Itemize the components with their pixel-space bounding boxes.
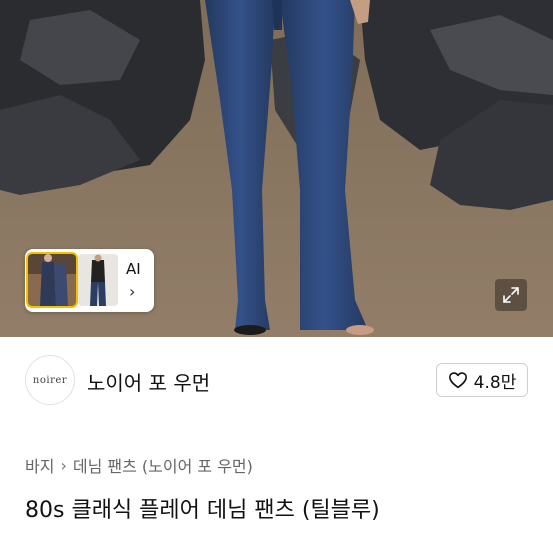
seller-name[interactable]: 노이어 포 우먼 <box>87 367 210 396</box>
product-image[interactable]: AI › <box>0 0 553 337</box>
seller-logo[interactable]: noirer <box>25 355 75 405</box>
heart-outline-icon <box>448 372 467 389</box>
breadcrumb-item[interactable]: 데님 팬츠 (노이어 포 우먼) <box>73 453 253 477</box>
chevron-right-icon: › <box>129 282 136 301</box>
like-button[interactable]: 4.8만 <box>436 363 528 397</box>
thumbnail-photo <box>26 252 78 308</box>
breadcrumb: 바지 › 데님 팬츠 (노이어 포 우먼) <box>25 453 253 477</box>
breadcrumb-item[interactable]: 바지 <box>25 453 54 477</box>
like-count: 4.8만 <box>473 372 517 393</box>
chevron-right-icon: › <box>60 455 67 475</box>
expand-image-button[interactable] <box>495 279 527 311</box>
expand-icon <box>503 287 519 303</box>
seller-logo-text: noirer <box>32 374 68 386</box>
product-title: 80s 클래식 플레어 데님 팬츠 (틸블루) <box>25 498 380 523</box>
ai-similar-items-chip[interactable]: AI › <box>25 249 154 312</box>
ai-label: AI <box>126 260 141 278</box>
thumbnail-photo <box>78 254 118 306</box>
